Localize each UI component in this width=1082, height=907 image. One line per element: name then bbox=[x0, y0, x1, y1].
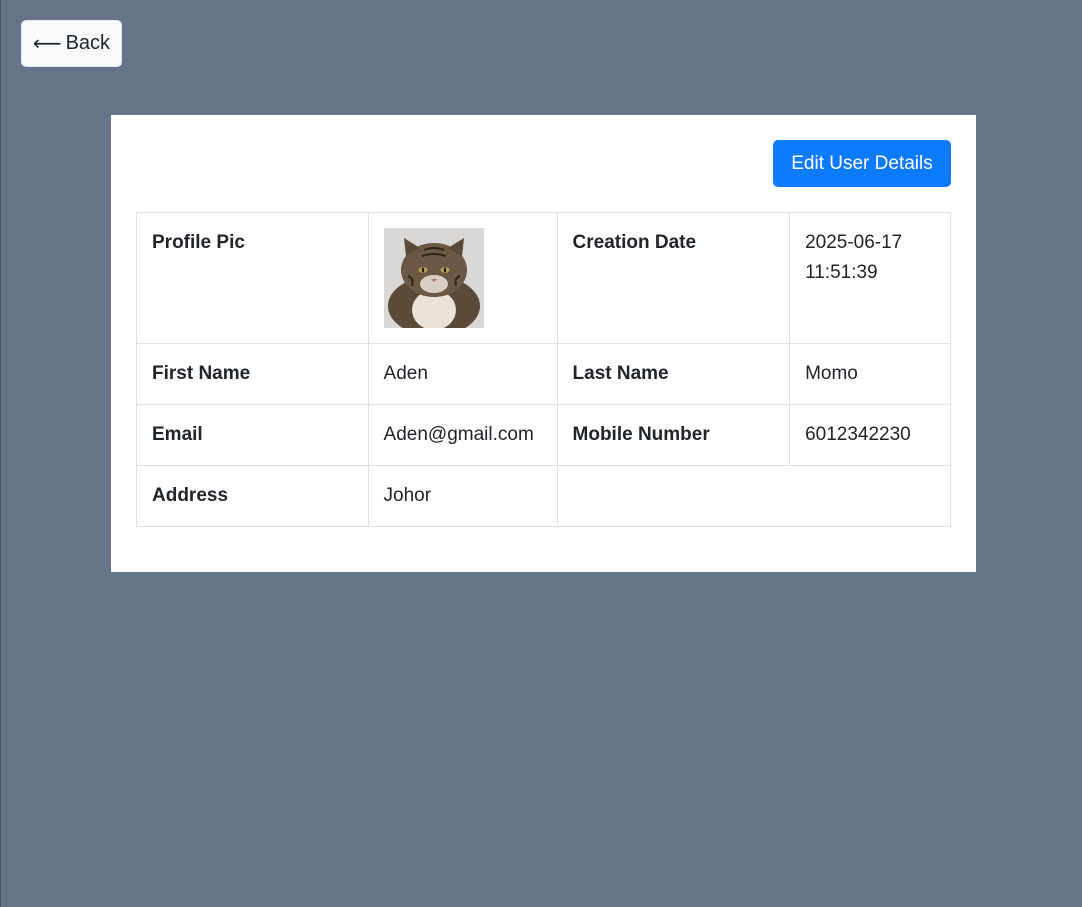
empty-cell bbox=[556, 465, 952, 527]
back-button[interactable]: ⟵ Back bbox=[21, 20, 122, 67]
email-label: Email bbox=[136, 404, 369, 466]
table-row: Email Aden@gmail.com Mobile Number 60123… bbox=[136, 404, 951, 466]
last-name-value: Momo bbox=[789, 343, 951, 405]
back-button-label: Back bbox=[65, 32, 111, 54]
left-arrow-icon: ⟵ bbox=[32, 32, 62, 55]
creation-date-value: 2025-06-17 11:51:39 bbox=[789, 212, 951, 344]
mobile-number-value: 6012342230 bbox=[789, 404, 951, 466]
table-row: Address Johor bbox=[136, 465, 952, 527]
profile-pic-label: Profile Pic bbox=[136, 212, 369, 344]
edit-user-details-button[interactable]: Edit User Details bbox=[773, 140, 951, 187]
first-name-value: Aden bbox=[367, 343, 558, 405]
profile-pic bbox=[383, 228, 484, 328]
last-name-label: Last Name bbox=[556, 343, 791, 405]
creation-date-label: Creation Date bbox=[556, 212, 791, 344]
email-value: Aden@gmail.com bbox=[367, 404, 558, 466]
user-details-table: Profile Pic Creation Date 2025-06-17 11:… bbox=[136, 212, 952, 527]
profile-pic-cell bbox=[367, 212, 558, 344]
first-name-label: First Name bbox=[136, 343, 369, 405]
mobile-number-label: Mobile Number bbox=[556, 404, 791, 466]
user-details-card: Edit User Details Profile Pic Creation D… bbox=[111, 115, 976, 572]
table-row: Profile Pic Creation Date 2025-06-17 11:… bbox=[136, 212, 951, 344]
address-value: Johor bbox=[367, 465, 558, 527]
table-row: First Name Aden Last Name Momo bbox=[136, 343, 951, 405]
address-label: Address bbox=[136, 465, 369, 527]
